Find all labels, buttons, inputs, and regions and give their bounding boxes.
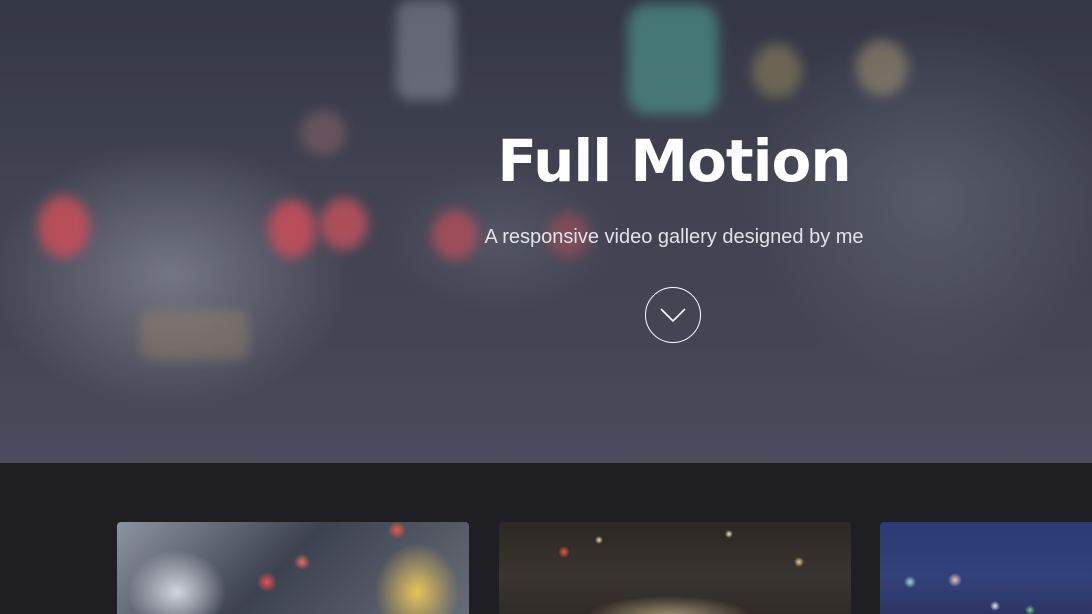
scroll-down-button[interactable] xyxy=(645,287,701,343)
hero-section: Full Motion A responsive video gallery d… xyxy=(0,0,1092,463)
video-card[interactable] xyxy=(117,522,469,614)
page-title: Full Motion xyxy=(497,127,851,195)
video-card[interactable] xyxy=(880,522,1092,614)
video-thumbnail xyxy=(880,522,1092,614)
page-subtitle: A responsive video gallery designed by m… xyxy=(484,226,864,248)
chevron-down-icon xyxy=(660,308,686,323)
page: Full Motion A responsive video gallery d… xyxy=(0,0,1092,614)
video-card[interactable] xyxy=(499,522,851,614)
video-thumbnail xyxy=(499,522,851,614)
video-thumbnail xyxy=(117,522,469,614)
video-gallery xyxy=(0,463,1092,614)
hero-content: Full Motion A responsive video gallery d… xyxy=(336,126,1012,250)
